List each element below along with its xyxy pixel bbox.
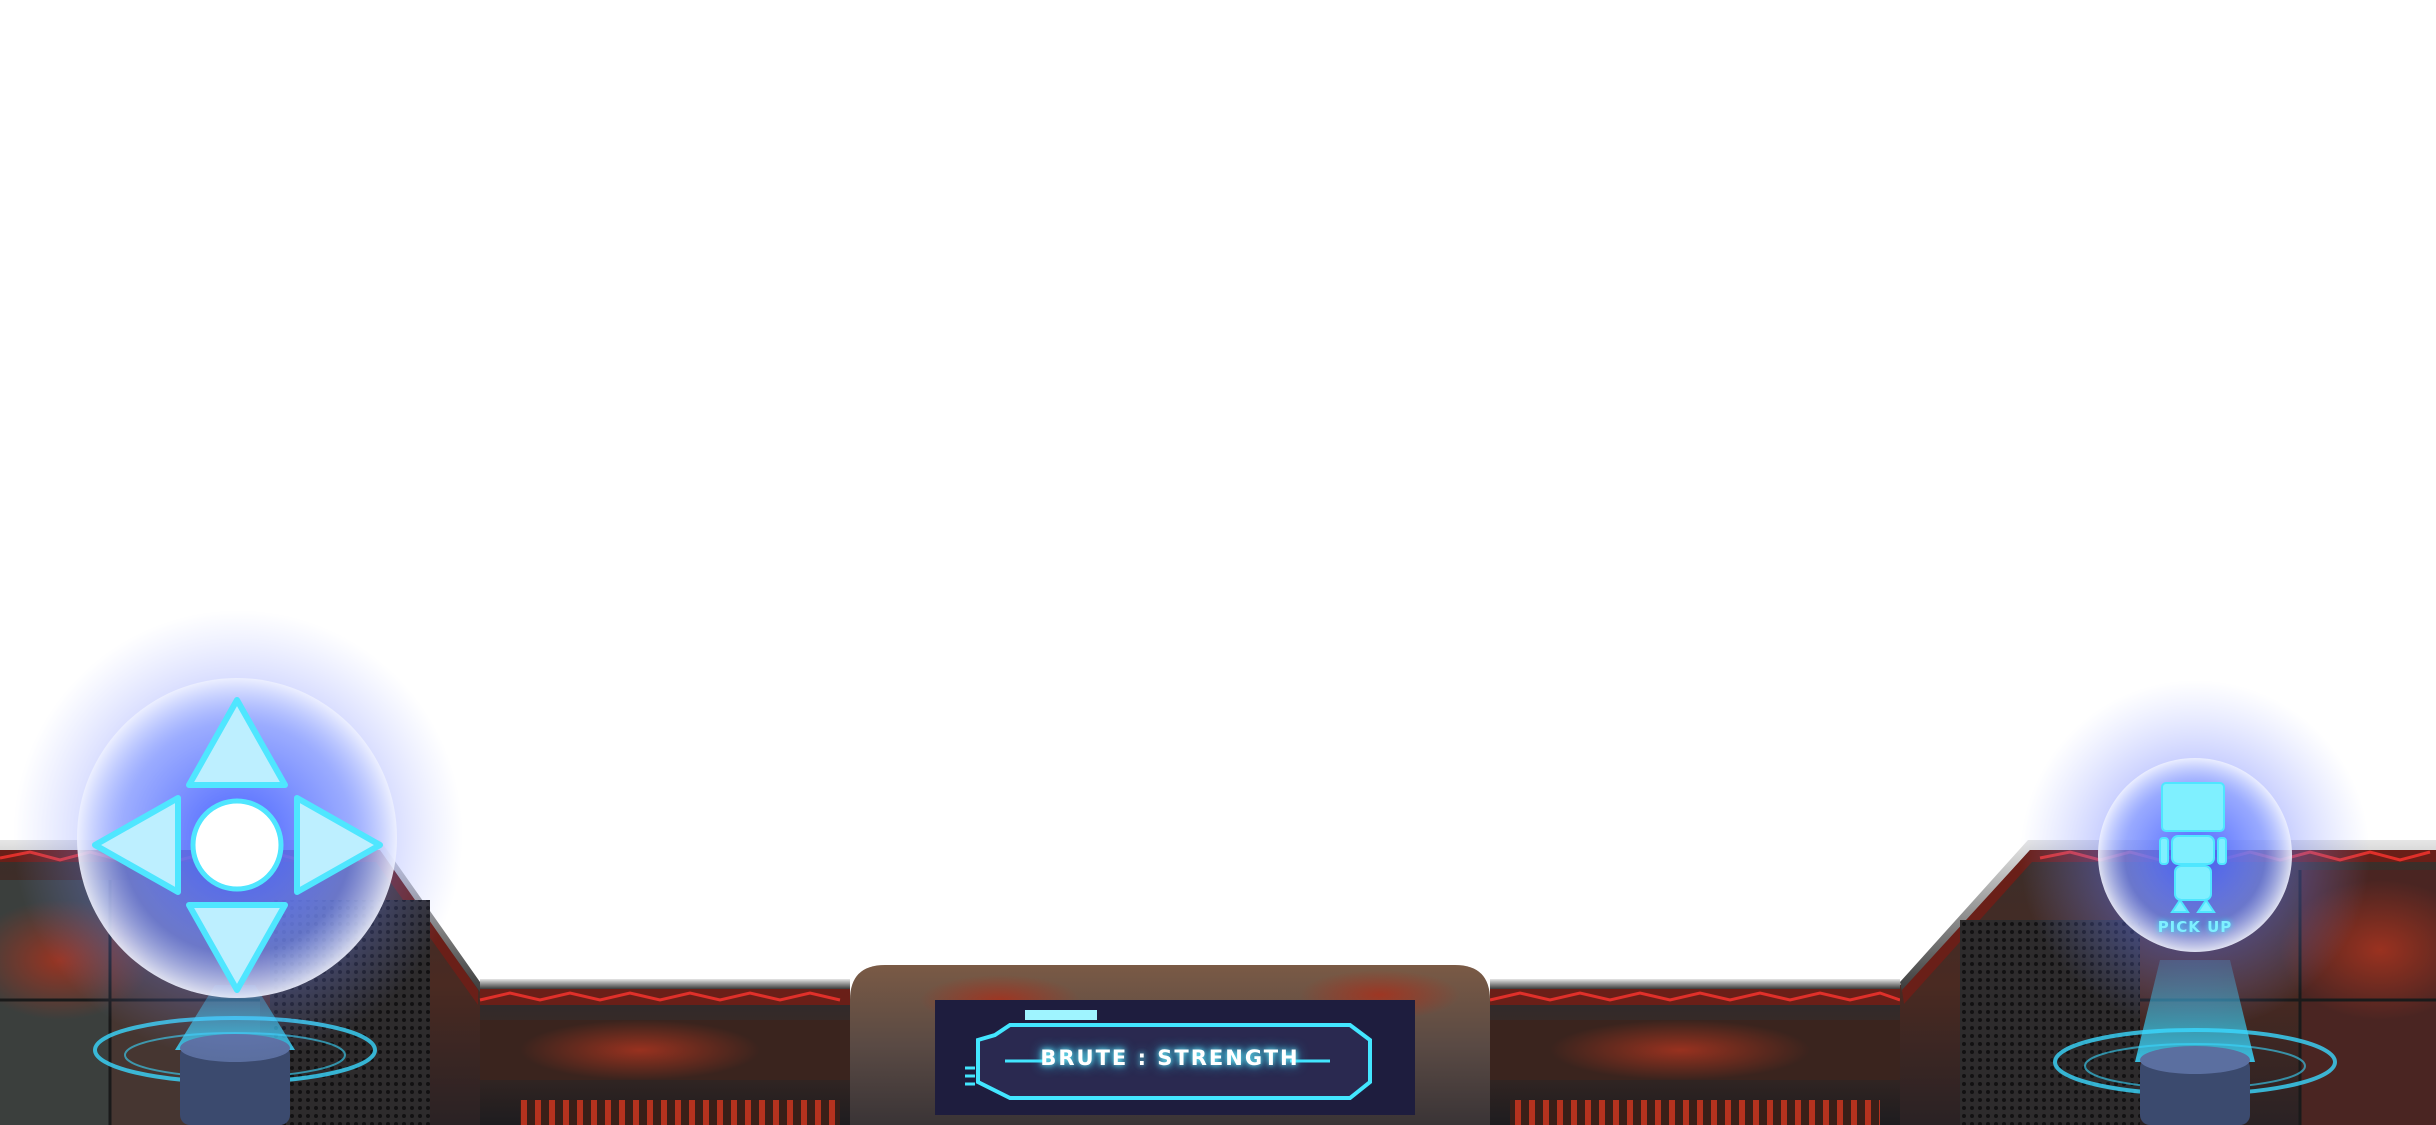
game-scene	[0, 840, 2436, 1125]
middle-left-wall	[479, 979, 850, 1125]
console-label: BRUTE : STRENGTH	[1040, 1046, 1300, 1070]
center-console	[850, 965, 1490, 1125]
middle-right-wall	[1489, 979, 1901, 1125]
pickup-label: PICK UP	[2157, 918, 2233, 936]
center-circle-icon[interactable]	[190, 798, 284, 892]
